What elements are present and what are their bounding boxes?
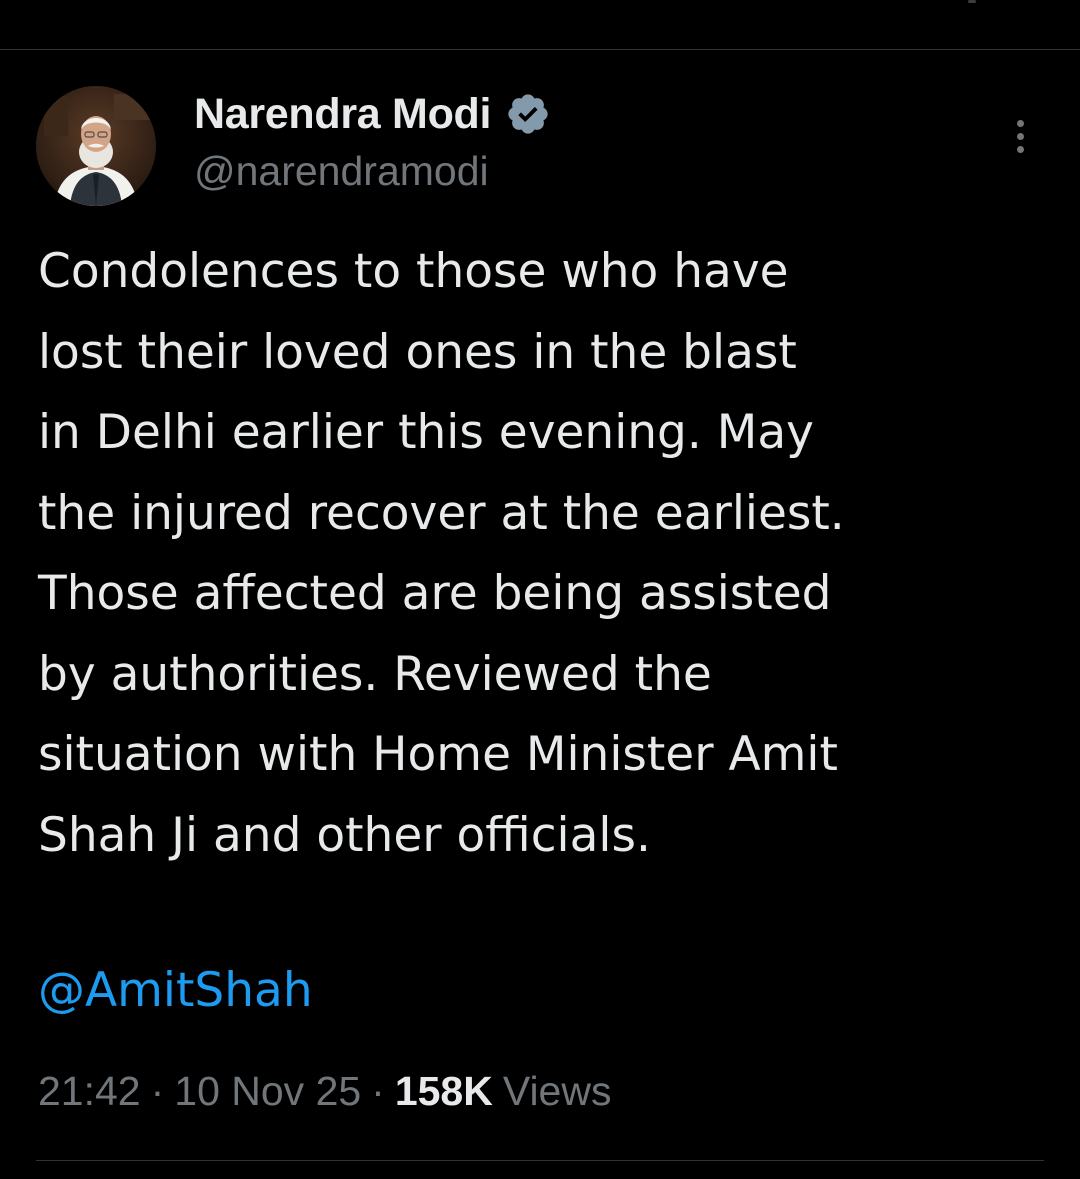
views-count[interactable]: 158K [395,1068,503,1115]
tweet-meta: 21:42 · 10 Nov 25 · 158K Views [38,1068,611,1115]
tweet-text-line: in Delhi earlier this evening. May [38,405,814,460]
tweet-text-line: by authorities. Reviewed the [38,646,712,702]
more-vertical-icon [1016,119,1024,127]
tweet-text-line: Shah Ji and other officials. [38,807,651,863]
tweet-text-line: lost their loved ones in the blast [38,324,797,380]
top-edge-mark [968,0,976,3]
tweet-text-line: the injured recover at the earliest. [38,485,845,541]
author-avatar[interactable] [36,86,156,206]
more-vertical-icon-dot [1016,145,1024,153]
mention-link[interactable]: @AmitShah [38,963,313,1018]
tweet: Narendra Modi @narendramodi Condolences … [0,50,1080,1179]
views-label[interactable]: Views [503,1068,612,1115]
verified-badge-icon[interactable] [505,91,551,137]
meta-separator: · [371,1068,385,1114]
profile-photo-icon [36,86,156,206]
bottom-divider [36,1160,1044,1161]
author-handle[interactable]: @narendramodi [194,148,489,195]
tweet-text-line: situation with Home Minister Amit [38,727,838,782]
author-name-row: Narendra Modi [194,86,551,142]
author-name[interactable]: Narendra Modi [194,90,491,139]
more-options-button[interactable] [994,108,1046,164]
tweet-text: Condolences to those who have lost their… [38,232,1048,876]
tweet-date[interactable]: 10 Nov 25 [174,1068,361,1115]
tweet-text-line: Those affected are being assisted [38,566,832,621]
tweet-text-line: Condolences to those who have [38,244,789,299]
more-vertical-icon-dot [1016,132,1024,140]
tweet-time[interactable]: 21:42 [38,1068,141,1115]
meta-separator: · [150,1068,165,1114]
